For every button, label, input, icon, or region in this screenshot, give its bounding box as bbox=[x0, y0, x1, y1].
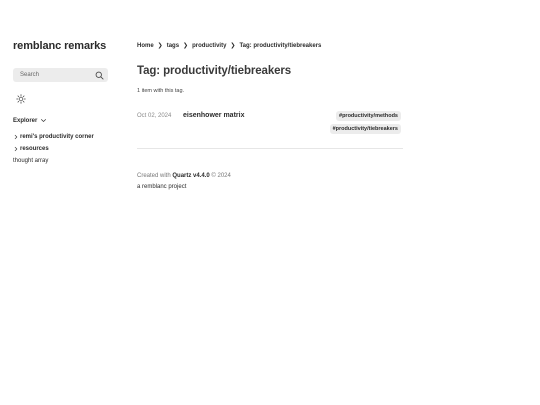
breadcrumb-current: Tag: productivity/tiebreakers bbox=[239, 42, 322, 49]
explorer-label: Explorer bbox=[13, 117, 38, 124]
chevron-right-icon bbox=[14, 146, 18, 152]
site-title[interactable]: remblanc remarks bbox=[13, 40, 106, 52]
explorer-page-thought-array[interactable]: thought array bbox=[13, 155, 94, 167]
search-placeholder: Search bbox=[20, 72, 40, 78]
chevron-right-icon: ❯ bbox=[183, 43, 189, 49]
explorer-item-label: resources bbox=[20, 146, 49, 152]
page-title: Tag: productivity/tiebreakers bbox=[137, 65, 292, 77]
explorer-toggle[interactable]: Explorer bbox=[13, 117, 47, 124]
theme-toggle-button[interactable] bbox=[16, 94, 26, 104]
breadcrumb-productivity[interactable]: productivity bbox=[192, 43, 226, 49]
explorer-folder-remis-productivity-corner[interactable]: remi's productivity corner bbox=[13, 131, 94, 143]
explorer-item-label: remi's productivity corner bbox=[20, 134, 94, 140]
explorer-list: remi's productivity corner resources tho… bbox=[13, 131, 94, 167]
breadcrumb-home[interactable]: Home bbox=[137, 43, 154, 49]
explorer-folder-resources[interactable]: resources bbox=[13, 143, 94, 155]
sun-icon bbox=[16, 94, 26, 104]
chevron-right-icon: ❯ bbox=[230, 43, 236, 49]
search-input[interactable]: Search bbox=[13, 68, 108, 82]
breadcrumb-tags[interactable]: tags bbox=[167, 43, 179, 49]
divider bbox=[137, 148, 403, 149]
explorer-item-label: thought array bbox=[13, 158, 49, 164]
page: remblanc remarks Search Explorer remi's … bbox=[0, 0, 540, 405]
list-item: Oct 02, 2024 eisenhower matrix #producti… bbox=[137, 110, 403, 136]
search-icon[interactable] bbox=[95, 71, 104, 80]
chevron-right-icon: ❯ bbox=[157, 43, 163, 49]
post-title-link[interactable]: eisenhower matrix bbox=[183, 112, 244, 119]
chevron-down-icon bbox=[41, 119, 47, 122]
quartz-link[interactable]: Quartz v4.4.0 bbox=[172, 173, 209, 179]
tag-link-productivity-methods[interactable]: #productivity/methods bbox=[336, 111, 401, 121]
footer-copyright: © 2024 bbox=[211, 173, 231, 179]
post-date: Oct 02, 2024 bbox=[137, 113, 172, 119]
footer-created-prefix: Created with bbox=[137, 173, 171, 179]
breadcrumb: Home ❯ tags ❯ productivity ❯ Tag: produc… bbox=[137, 42, 322, 50]
chevron-right-icon bbox=[14, 134, 18, 140]
project-link[interactable]: a remblanc project bbox=[137, 184, 186, 190]
footer-credit: Created with Quartz v4.4.0 © 2024 bbox=[137, 173, 231, 179]
tag-link-productivity-tiebreakers[interactable]: #productivity/tiebreakers bbox=[329, 124, 401, 134]
item-count: 1 item with this tag. bbox=[137, 88, 185, 94]
